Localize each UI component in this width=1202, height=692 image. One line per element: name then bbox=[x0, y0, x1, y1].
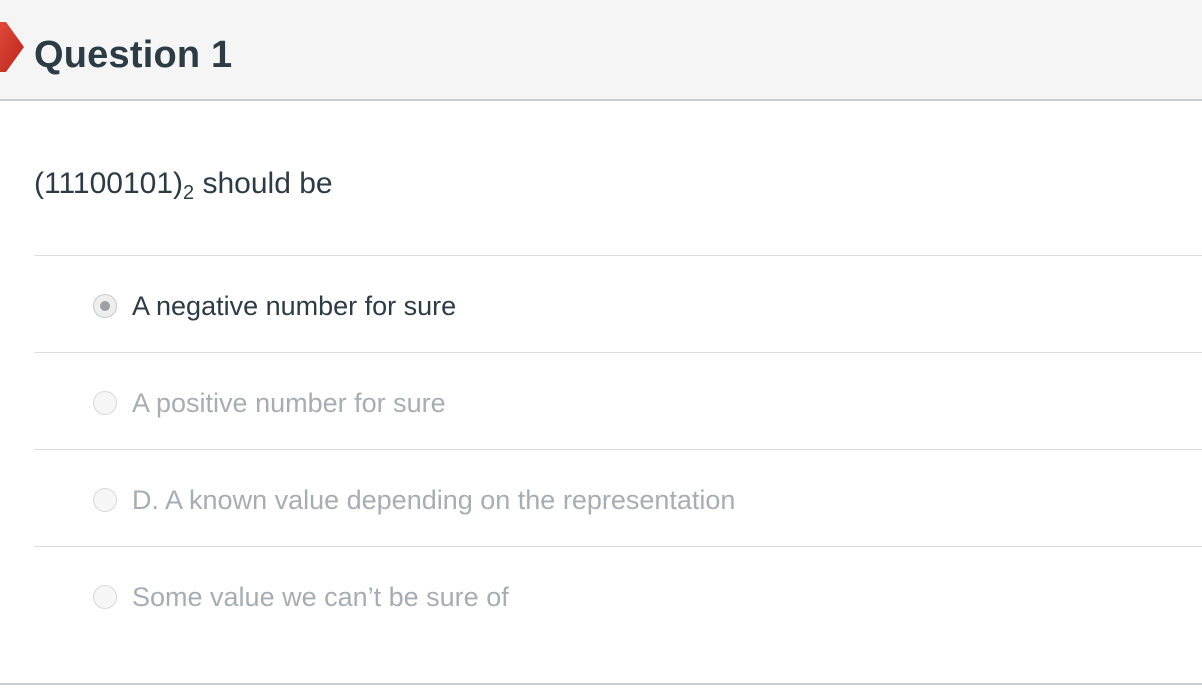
answer-option[interactable]: A positive number for sure bbox=[34, 355, 1202, 451]
question-bottom-border bbox=[0, 683, 1202, 685]
flag-icon bbox=[0, 22, 24, 72]
radio-button-selected[interactable] bbox=[93, 294, 117, 318]
quiz-question: Question 1 (11100101)2 should be A negat… bbox=[0, 0, 1202, 692]
question-header: Question 1 bbox=[0, 0, 1202, 101]
answer-option[interactable]: A negative number for sure bbox=[34, 258, 1202, 354]
question-text: (11100101)2 should be bbox=[34, 164, 333, 204]
answer-option[interactable]: Some value we can’t be sure of bbox=[34, 549, 1202, 645]
question-title: Question 1 bbox=[34, 34, 233, 76]
radio-button[interactable] bbox=[93, 585, 117, 609]
divider bbox=[34, 352, 1202, 353]
divider bbox=[34, 546, 1202, 547]
answer-option[interactable]: D. A known value depending on the repres… bbox=[34, 452, 1202, 548]
question-text-suffix: should be bbox=[194, 167, 333, 200]
radio-dot bbox=[100, 301, 110, 311]
question-text-subscript: 2 bbox=[183, 182, 195, 204]
radio-button[interactable] bbox=[93, 488, 117, 512]
radio-button[interactable] bbox=[93, 391, 117, 415]
divider bbox=[34, 255, 1202, 256]
answer-label[interactable]: A positive number for sure bbox=[132, 385, 446, 421]
answer-label[interactable]: Some value we can’t be sure of bbox=[132, 579, 509, 615]
question-text-value: (11100101) bbox=[34, 167, 184, 200]
answer-label[interactable]: D. A known value depending on the repres… bbox=[132, 482, 735, 518]
divider bbox=[34, 449, 1202, 450]
answer-label[interactable]: A negative number for sure bbox=[132, 288, 456, 324]
